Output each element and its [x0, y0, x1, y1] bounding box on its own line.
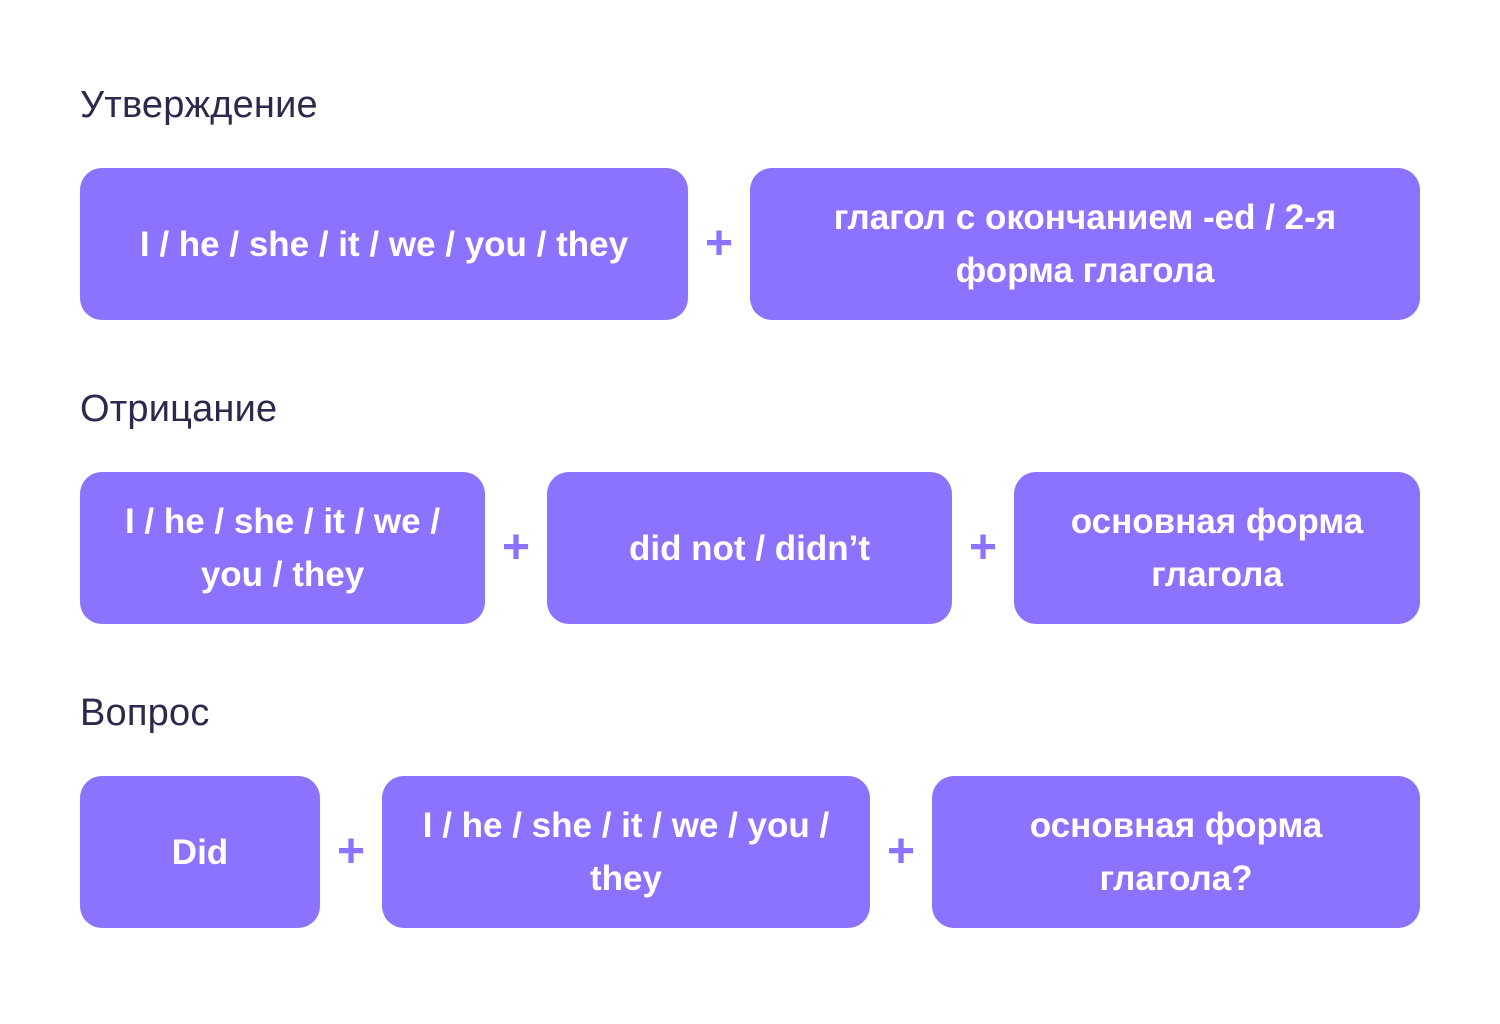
- plus-icon: +: [501, 521, 531, 574]
- formula-box-base-verb: основная форма глагола: [1014, 472, 1420, 624]
- formula-box-subject: I / he / she / it / we / you / they: [80, 168, 688, 320]
- formula-box-verb-past: глагол с окончанием -ed / 2-я форма глаг…: [750, 168, 1420, 320]
- formula-box-subject: I / he / she / it / we / you / they: [382, 776, 870, 928]
- formula-box-subject: I / he / she / it / we / you / they: [80, 472, 485, 624]
- box-text: I / he / she / it / we / you / they: [124, 502, 441, 594]
- box-text: did not / didn’t: [628, 528, 871, 568]
- box-text: основная форма глагола: [1070, 502, 1364, 594]
- plus-icon: +: [704, 217, 734, 270]
- section-title-question: Вопрос: [80, 692, 210, 734]
- formula-box-did-not: did not / didn’t: [547, 472, 952, 624]
- section-title-negative: Отрицание: [80, 388, 278, 430]
- box-text: Did: [171, 832, 229, 872]
- formula-box-base-verb-question: основная форма глагола?: [932, 776, 1420, 928]
- formula-box-did: Did: [80, 776, 320, 928]
- plus-icon: +: [968, 521, 998, 574]
- box-text: глагол с окончанием -ed / 2-я форма глаг…: [833, 198, 1337, 290]
- box-text: I / he / she / it / we / you / they: [139, 224, 629, 264]
- box-text: основная форма глагола?: [1029, 806, 1323, 898]
- box-text: I / he / she / it / we / you / they: [422, 806, 830, 898]
- section-title-affirmative: Утверждение: [80, 84, 318, 126]
- plus-icon: +: [886, 825, 916, 878]
- plus-icon: +: [336, 825, 366, 878]
